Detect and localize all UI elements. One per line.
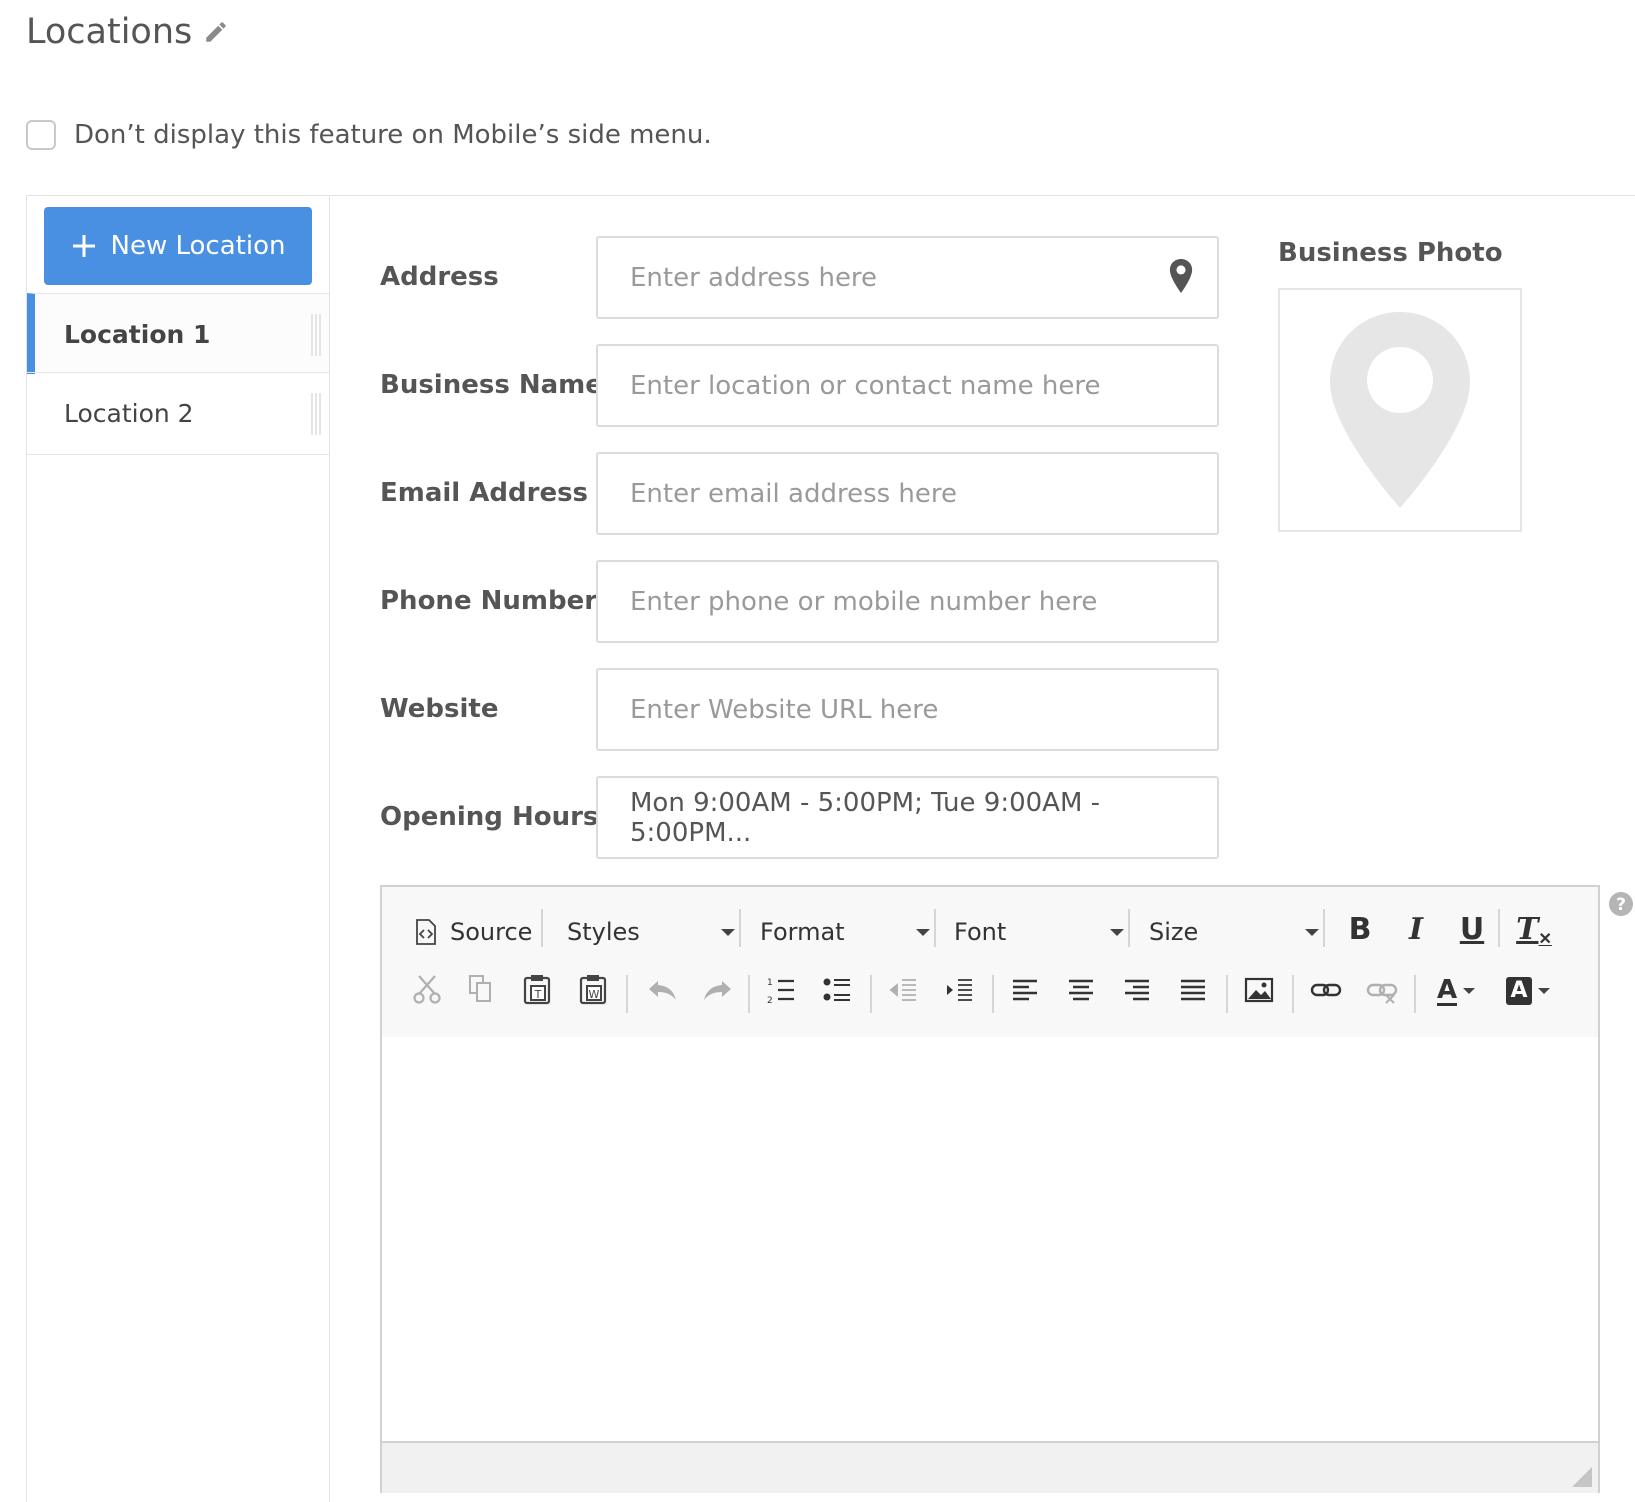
svg-text:W: W — [589, 988, 600, 1001]
unlink-icon[interactable] — [1366, 975, 1398, 1005]
svg-text:1: 1 — [767, 978, 773, 988]
image-icon[interactable] — [1244, 975, 1274, 1005]
styles-label: Styles — [567, 918, 640, 946]
copy-icon[interactable] — [466, 973, 496, 1005]
business-photo-upload[interactable] — [1278, 288, 1522, 532]
cut-icon[interactable] — [412, 973, 442, 1005]
location-label: Location 1 — [64, 319, 211, 349]
chevron-down-icon — [916, 929, 930, 936]
paste-word-icon[interactable]: W — [578, 973, 608, 1005]
new-location-button[interactable]: New Location — [44, 207, 312, 285]
underline-button[interactable]: U — [1452, 907, 1492, 951]
chevron-down-icon — [721, 929, 735, 936]
help-icon[interactable]: ? — [1608, 891, 1634, 917]
italic-icon: I — [1408, 911, 1424, 947]
italic-button[interactable]: I — [1396, 907, 1436, 951]
chevron-down-icon — [1463, 988, 1476, 994]
chevron-down-icon — [1537, 988, 1550, 994]
align-justify-icon[interactable] — [1178, 975, 1208, 1005]
bold-icon: B — [1348, 911, 1372, 947]
phone-input[interactable] — [596, 560, 1219, 643]
plus-icon — [72, 235, 95, 257]
align-left-icon[interactable] — [1010, 975, 1040, 1005]
email-label: Email Address — [380, 478, 589, 508]
link-icon[interactable] — [1310, 975, 1342, 1005]
location-sidebar: New Location Location 1 Location 2 — [26, 195, 330, 1502]
website-input[interactable] — [596, 668, 1219, 751]
text-color-icon: A — [1436, 974, 1458, 1006]
new-location-label: New Location — [110, 231, 286, 261]
styles-dropdown[interactable]: Styles — [567, 907, 735, 957]
font-dropdown[interactable]: Font — [954, 907, 1124, 957]
location-label: Location 2 — [64, 398, 194, 428]
align-right-icon[interactable] — [1122, 975, 1152, 1005]
source-icon — [416, 919, 436, 945]
email-input[interactable] — [596, 452, 1219, 535]
hide-mobile-checkbox[interactable] — [26, 120, 56, 150]
rich-text-editor: Source Styles Format Font Size B I U T ✕… — [380, 885, 1600, 1493]
opening-hours-field[interactable]: Mon 9:00AM - 5:00PM; Tue 9:00AM - 5:00PM… — [596, 776, 1219, 859]
size-label: Size — [1149, 918, 1199, 946]
content-divider — [330, 195, 1635, 196]
page-title: Locations — [26, 12, 193, 52]
bold-button[interactable]: B — [1340, 907, 1380, 951]
phone-label: Phone Number — [380, 586, 598, 616]
paste-text-icon[interactable]: T — [522, 973, 552, 1005]
drag-handle-icon[interactable] — [311, 314, 321, 356]
hide-mobile-label: Don’t display this feature on Mobile’s s… — [74, 120, 712, 150]
edit-title-icon[interactable] — [203, 18, 229, 46]
background-color-icon: A — [1506, 977, 1532, 1005]
format-label: Format — [760, 918, 845, 946]
editor-content-area[interactable] — [382, 1037, 1598, 1443]
business-name-label: Business Name — [380, 370, 603, 400]
business-photo-label: Business Photo — [1278, 238, 1503, 268]
source-button[interactable]: Source — [414, 907, 534, 957]
editor-statusbar — [382, 1443, 1598, 1493]
list-divider — [27, 454, 329, 455]
website-label: Website — [380, 694, 499, 724]
outdent-icon[interactable] — [888, 975, 918, 1005]
opening-hours-value: Mon 9:00AM - 5:00PM; Tue 9:00AM - 5:00PM… — [630, 787, 1101, 848]
chevron-down-icon — [1110, 929, 1124, 936]
format-dropdown[interactable]: Format — [760, 907, 930, 957]
sidebar-item-location-1[interactable]: Location 1 — [27, 293, 329, 374]
bullet-list-icon[interactable] — [822, 975, 852, 1005]
editor-toolbar: Source Styles Format Font Size B I U T ✕… — [382, 887, 1598, 1039]
align-center-icon[interactable] — [1066, 975, 1096, 1005]
business-name-input[interactable] — [596, 344, 1219, 427]
text-color-button[interactable]: A — [1430, 973, 1482, 1009]
svg-text:?: ? — [1616, 895, 1626, 915]
map-pin-icon — [1330, 312, 1470, 508]
sidebar-item-location-2[interactable]: Location 2 — [27, 372, 329, 453]
background-color-button[interactable]: A — [1502, 973, 1554, 1009]
undo-icon[interactable] — [646, 977, 680, 1003]
indent-icon[interactable] — [944, 975, 974, 1005]
address-input[interactable] — [596, 236, 1219, 319]
remove-format-button[interactable]: T ✕ — [1512, 907, 1556, 951]
remove-format-icon: T — [1516, 911, 1539, 947]
numbered-list-icon[interactable]: 1 2 — [766, 975, 796, 1005]
address-label: Address — [380, 262, 499, 292]
svg-text:2: 2 — [767, 996, 773, 1005]
underline-icon: U — [1459, 911, 1485, 947]
source-label: Source — [450, 918, 533, 946]
chevron-down-icon — [1305, 929, 1319, 936]
redo-icon[interactable] — [700, 977, 734, 1003]
resize-handle-icon[interactable] — [1572, 1467, 1592, 1487]
svg-text:T: T — [534, 988, 542, 1001]
size-dropdown[interactable]: Size — [1149, 907, 1319, 957]
map-pin-icon[interactable] — [1168, 258, 1194, 294]
opening-hours-label: Opening Hours — [380, 802, 599, 832]
font-label: Font — [954, 918, 1007, 946]
drag-handle-icon[interactable] — [311, 393, 321, 435]
